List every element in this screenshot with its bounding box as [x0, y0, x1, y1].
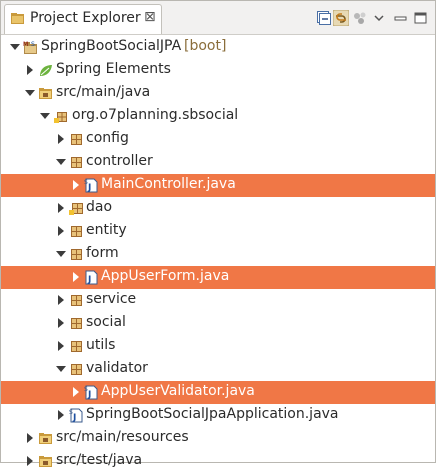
- package-icon: [71, 157, 82, 168]
- maven-project-icon: M S: [23, 41, 37, 54]
- package-icon: [71, 318, 82, 329]
- project-label: SpringBootSocialJPA: [41, 38, 182, 54]
- package-icon: [71, 295, 82, 306]
- social-label: social: [86, 314, 126, 330]
- expand-arrow-icon[interactable]: [58, 318, 64, 328]
- expand-arrow-icon[interactable]: [73, 272, 79, 282]
- tree-node-controller[interactable]: controller: [1, 151, 435, 174]
- form-label: form: [86, 245, 119, 261]
- expand-arrow-icon[interactable]: [58, 341, 64, 351]
- svg-text:S: S: [69, 409, 73, 416]
- tree-node-app-user-validator[interactable]: J S AppUserValidator.java: [1, 381, 435, 404]
- package-icon: [71, 134, 82, 145]
- svg-text:S: S: [84, 179, 88, 186]
- expand-arrow-icon[interactable]: [58, 226, 64, 236]
- validator-label: validator: [86, 360, 148, 376]
- expand-arrow-icon[interactable]: [58, 410, 64, 420]
- java-file-icon: J: [85, 270, 98, 285]
- expand-arrow-icon[interactable]: [73, 387, 79, 397]
- tree-node-spring-elements[interactable]: Spring Elements: [1, 59, 435, 82]
- source-folder-icon: [39, 88, 52, 99]
- collapse-arrow-icon[interactable]: [25, 90, 35, 96]
- collapse-all-icon[interactable]: [316, 10, 332, 26]
- tree-node-project[interactable]: M S SpringBootSocialJPA [boot]: [1, 36, 435, 59]
- tree-node-src-test-java[interactable]: src/test/java: [1, 450, 435, 473]
- src-main-resources-label: src/main/resources: [56, 429, 189, 445]
- maximize-icon[interactable]: [413, 10, 429, 26]
- utils-label: utils: [86, 337, 116, 353]
- view-header: Project Explorer ⊠: [1, 1, 435, 35]
- tree-node-service[interactable]: service: [1, 289, 435, 312]
- collapse-arrow-icon[interactable]: [56, 251, 66, 257]
- tree-node-social[interactable]: social: [1, 312, 435, 335]
- expand-arrow-icon[interactable]: [73, 180, 79, 190]
- tree-node-entity[interactable]: entity: [1, 220, 435, 243]
- tree-node-config[interactable]: config: [1, 128, 435, 151]
- link-with-editor-icon[interactable]: [333, 10, 349, 26]
- package-icon: [71, 341, 82, 352]
- package-icon: [71, 249, 82, 260]
- source-folder-icon: [39, 433, 52, 444]
- package-icon: [71, 364, 82, 375]
- svg-text:S: S: [84, 386, 88, 393]
- main-controller-label: MainController.java: [101, 176, 236, 192]
- collapse-arrow-icon[interactable]: [40, 113, 50, 119]
- controller-label: controller: [86, 153, 153, 169]
- application-label: SpringBootSocialJpaApplication.java: [86, 406, 339, 422]
- spring-elements-label: Spring Elements: [56, 61, 171, 77]
- source-folder-icon: [39, 456, 52, 467]
- service-label: service: [86, 291, 137, 307]
- expand-arrow-icon[interactable]: [58, 295, 64, 305]
- minimize-icon[interactable]: [393, 10, 409, 26]
- tree-node-application[interactable]: J S SpringBootSocialJpaApplication.java: [1, 404, 435, 427]
- tree-node-main-controller[interactable]: J S MainController.java: [1, 174, 435, 197]
- project-explorer-view: Project Explorer ⊠ M S SpringBootSocialJ…: [0, 0, 436, 468]
- tab-project-explorer[interactable]: Project Explorer ⊠: [4, 4, 162, 34]
- java-file-icon: J S: [69, 408, 83, 423]
- java-file-icon: J S: [84, 385, 98, 400]
- expand-arrow-icon[interactable]: [27, 456, 33, 466]
- project-suffix: [boot]: [184, 38, 227, 54]
- tree-node-dao[interactable]: dao: [1, 197, 435, 220]
- tree-node-utils[interactable]: utils: [1, 335, 435, 358]
- app-user-validator-label: AppUserValidator.java: [101, 383, 255, 399]
- project-explorer-icon: [11, 13, 24, 24]
- config-label: config: [86, 130, 129, 146]
- collapse-arrow-icon[interactable]: [56, 159, 66, 165]
- entity-label: entity: [86, 222, 127, 238]
- tree-node-src-main-resources[interactable]: src/main/resources: [1, 427, 435, 450]
- tree-node-validator[interactable]: validator: [1, 358, 435, 381]
- close-icon[interactable]: ⊠: [144, 9, 156, 25]
- svg-text:S: S: [31, 41, 35, 48]
- collapse-arrow-icon[interactable]: [10, 44, 20, 50]
- expand-arrow-icon[interactable]: [58, 203, 64, 213]
- src-test-java-label: src/test/java: [56, 452, 143, 468]
- collapse-arrow-icon[interactable]: [56, 366, 66, 372]
- expand-arrow-icon[interactable]: [27, 65, 33, 75]
- package-icon: [71, 226, 82, 237]
- package-icon: [54, 112, 67, 123]
- view-title: Project Explorer: [30, 10, 141, 26]
- java-file-icon: J S: [84, 178, 98, 193]
- spring-leaf-icon: [40, 65, 52, 76]
- expand-arrow-icon[interactable]: [27, 433, 33, 443]
- svg-text:J: J: [87, 275, 91, 285]
- package-icon: [69, 203, 83, 215]
- src-main-java-label: src/main/java: [56, 84, 151, 100]
- chevron-down-icon[interactable]: [371, 10, 387, 26]
- tree-node-package-root[interactable]: org.o7planning.sbsocial: [1, 105, 435, 128]
- dao-label: dao: [86, 199, 113, 215]
- tree-node-form[interactable]: form: [1, 243, 435, 266]
- app-user-form-label: AppUserForm.java: [101, 268, 230, 284]
- focus-task-icon[interactable]: [352, 10, 368, 26]
- tree-node-src-main-java[interactable]: src/main/java: [1, 82, 435, 105]
- package-root-label: org.o7planning.sbsocial: [72, 107, 239, 123]
- tree-node-app-user-form[interactable]: J AppUserForm.java: [1, 266, 435, 289]
- svg-text:M: M: [23, 41, 28, 48]
- expand-arrow-icon[interactable]: [58, 134, 64, 144]
